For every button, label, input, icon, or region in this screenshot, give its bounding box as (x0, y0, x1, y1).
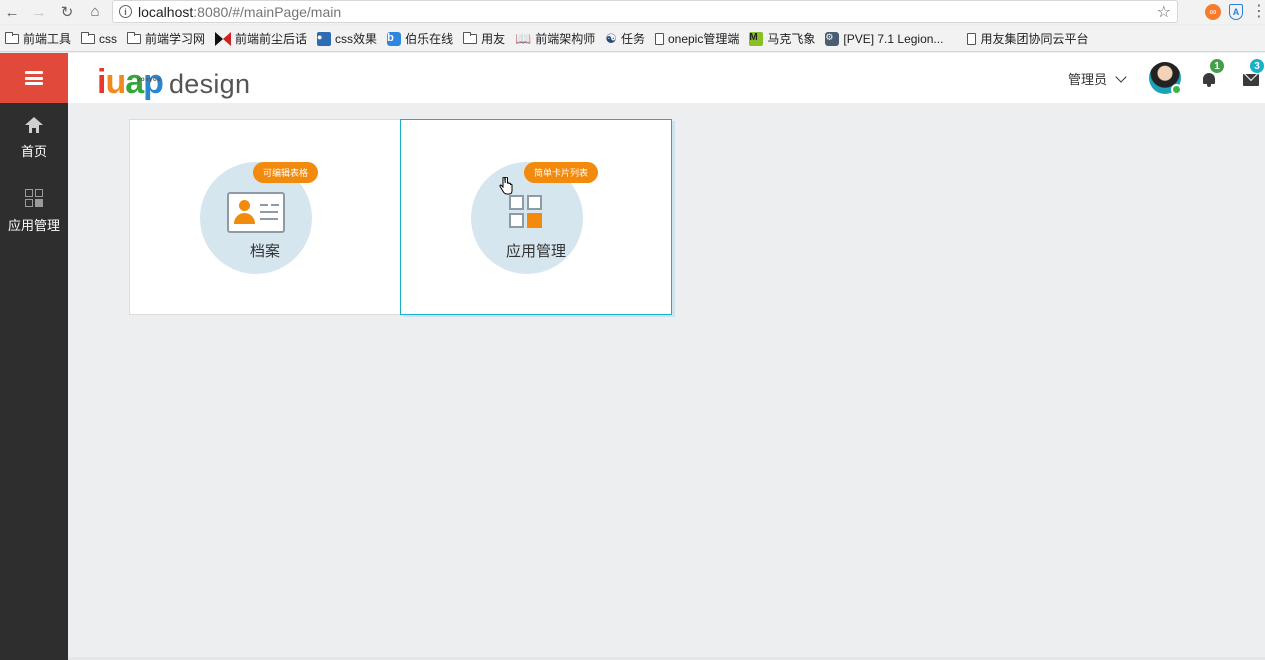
folder-icon (80, 31, 96, 44)
bookmark-item[interactable]: onepic管理端 (654, 30, 739, 47)
menu-dots-icon[interactable]: ⋮ (1251, 4, 1265, 20)
notifications-badge: 1 (1209, 58, 1225, 74)
online-status-dot (1171, 84, 1182, 95)
hand-cursor-icon (499, 177, 513, 195)
home-button-icon[interactable]: ⌂ (84, 0, 106, 22)
pve-icon: ⚙ (825, 31, 840, 46)
grid-icon (25, 188, 43, 207)
book-icon: 📖 (515, 30, 532, 46)
b-icon: b (387, 31, 402, 46)
messages-button[interactable]: 3 (1243, 58, 1265, 86)
bookmark-item[interactable]: ☯ 任务 (605, 30, 645, 47)
bookmark-item[interactable]: 用友 (462, 30, 505, 47)
card-title: 档案 (249, 243, 280, 260)
logo-wordmark: design (168, 69, 251, 99)
hamburger-menu-button[interactable] (0, 53, 68, 103)
card-tag: 简单卡片列表 (524, 162, 599, 183)
bookmark-item[interactable]: css (80, 31, 117, 46)
sidebar-item-label: 首页 (20, 143, 47, 159)
back-icon[interactable]: ← (1, 1, 23, 23)
logo-subtext: yonyou (137, 77, 162, 83)
bookmark-item[interactable]: 用友集团协同云平台 (967, 30, 1088, 47)
bookmark-item[interactable]: 前端工具 (4, 30, 71, 47)
logo-mark: iuap yonyou (97, 63, 164, 101)
bow-icon (215, 31, 232, 46)
bookmark-item[interactable]: M 马克飞象 (749, 30, 815, 47)
folder-icon (126, 31, 142, 44)
messages-badge: 3 (1249, 58, 1265, 74)
forward-icon[interactable]: → (28, 1, 50, 23)
home-icon (25, 116, 43, 133)
page-icon (654, 32, 664, 45)
chevron-down-icon (1115, 70, 1127, 83)
card-app-management[interactable]: 简单卡片列表 应用管理 (400, 119, 672, 315)
info-icon[interactable]: i (119, 5, 132, 18)
bookmark-item[interactable]: 前端学习网 (126, 30, 205, 47)
sidebar-item-label: 应用管理 (7, 217, 60, 233)
sidebar: 首页 应用管理 (0, 103, 68, 660)
folder-icon (462, 31, 478, 44)
address-bar[interactable]: i localhost:8080/#/mainPage/main ☆ (112, 0, 1178, 23)
id-card-icon (227, 192, 285, 233)
browser-toolbar: ← → ↻ ⌂ i localhost:8080/#/mainPage/main… (0, 0, 1265, 24)
bookmark-star-icon[interactable]: ☆ (1157, 2, 1171, 22)
extensions-area: ∞ A ⋮ (1205, 0, 1265, 24)
bell-icon (1203, 73, 1215, 84)
drop-icon: ● (317, 31, 332, 46)
extension-infinity-icon[interactable]: ∞ (1205, 4, 1221, 20)
card-tag: 可编辑表格 (253, 162, 319, 183)
extension-shield-icon[interactable]: A (1229, 4, 1243, 20)
bookmark-item[interactable]: ● css效果 (317, 30, 377, 47)
app-header: iuap yonyou design 管理员 1 3 (0, 53, 1265, 103)
card-title: 应用管理 (505, 243, 566, 260)
bookmark-item[interactable]: 📖 前端架构师 (515, 30, 595, 47)
m-icon: M (749, 31, 764, 46)
avatar[interactable] (1149, 62, 1182, 95)
hamburger-icon (25, 71, 43, 85)
notifications-button[interactable]: 1 (1201, 58, 1225, 88)
bookmarks-bar: 前端工具 css 前端学习网 前端前尘后话 ● css效果 b 伯乐在线 用友 📖 前… (0, 26, 1265, 52)
task-icon: ☯ (605, 30, 617, 46)
reload-icon[interactable]: ↻ (56, 1, 78, 23)
bookmark-item[interactable]: 前端前尘后话 (215, 30, 307, 47)
logo[interactable]: iuap yonyou design (97, 59, 250, 99)
folder-icon (4, 31, 19, 44)
page-icon (967, 32, 977, 45)
user-label: 管理员 (1068, 72, 1108, 87)
bookmark-item[interactable]: b 伯乐在线 (387, 30, 453, 47)
app-grid-icon (509, 195, 543, 229)
sidebar-item-home[interactable]: 首页 (0, 103, 68, 175)
sidebar-item-app-management[interactable]: 应用管理 (0, 175, 68, 247)
url-text: localhost:8080/#/mainPage/main (138, 3, 342, 20)
user-dropdown[interactable]: 管理员 (1068, 69, 1127, 88)
card-archive[interactable]: 可编辑表格 档案 (129, 119, 401, 315)
bookmark-item[interactable]: ⚙ [PVE] 7.1 Legion... (825, 31, 943, 46)
